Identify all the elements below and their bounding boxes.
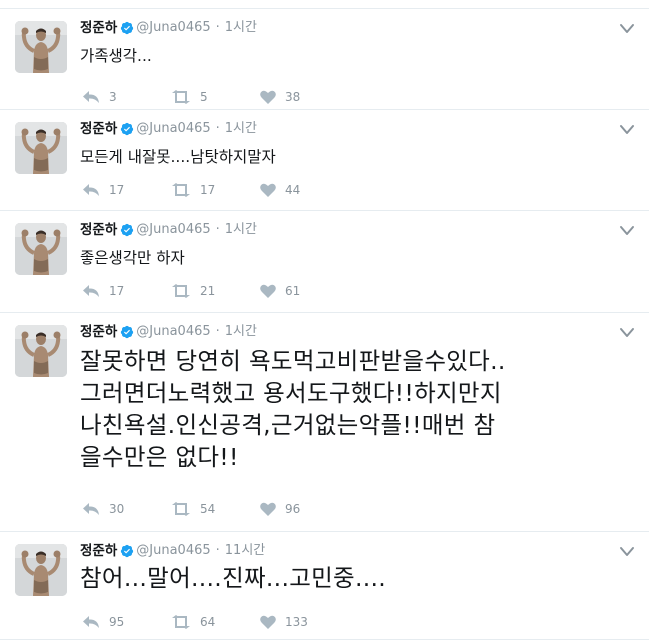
- avatar[interactable]: [15, 325, 67, 377]
- timestamp[interactable]: 1시간: [225, 324, 257, 339]
- reply-button[interactable]: 30: [82, 499, 124, 519]
- reply-count: 17: [109, 284, 125, 298]
- timestamp[interactable]: 1시간: [225, 121, 257, 136]
- retweet-button[interactable]: 5: [171, 87, 208, 107]
- separator-dot: ·: [215, 324, 220, 339]
- display-name[interactable]: 정준하: [80, 324, 117, 340]
- tweet-text: 참어...말어....진짜...고민중....: [80, 564, 387, 592]
- avatar[interactable]: [15, 122, 67, 174]
- tweet[interactable]: 정준하 @Juna0465 · 1시간 모든게 내잘못....남탓하지말자 17 17…: [0, 110, 649, 211]
- reply-count: 3: [109, 90, 117, 104]
- reply-icon: [83, 503, 99, 515]
- chevron-down-icon[interactable]: [619, 327, 635, 339]
- retweet-icon: [172, 90, 190, 104]
- separator-dot: ·: [215, 20, 220, 35]
- like-button[interactable]: 38: [260, 87, 300, 107]
- reply-button[interactable]: 95: [82, 612, 124, 632]
- chevron-down-icon[interactable]: [619, 546, 635, 558]
- user-handle[interactable]: @Juna0465: [136, 324, 210, 339]
- reply-count: 17: [109, 183, 125, 197]
- like-button[interactable]: 133: [260, 612, 308, 632]
- display-name[interactable]: 정준하: [80, 543, 117, 559]
- separator-dot: ·: [215, 543, 220, 558]
- separator-dot: ·: [215, 222, 220, 237]
- reply-button[interactable]: 3: [82, 87, 117, 107]
- avatar[interactable]: [15, 544, 67, 596]
- like-count: 44: [285, 183, 301, 197]
- tweet-timeline: 정준하 @Juna0465 · 1시간 가족생각... 3 5 38 정준하 @…: [0, 0, 649, 640]
- like-count: 133: [285, 615, 308, 629]
- tweet[interactable]: 정준하 @Juna0465 · 1시간 잘못하면 당연히 욕도먹고비판받을수있다.. …: [0, 313, 649, 532]
- reply-icon: [83, 285, 99, 297]
- user-handle[interactable]: @Juna0465: [136, 543, 210, 558]
- display-name[interactable]: 정준하: [80, 121, 117, 137]
- retweet-count: 54: [200, 502, 216, 516]
- tweet-header: 정준하 @Juna0465 · 1시간: [80, 221, 257, 239]
- tweet-text: 가족생각...: [80, 47, 152, 65]
- tweet-text: 잘못하면 당연히 욕도먹고비판받을수있다.. 그러면더노력했고 용서도구했다!!…: [80, 347, 506, 471]
- timestamp[interactable]: 1시간: [225, 20, 257, 35]
- retweet-button[interactable]: 64: [171, 612, 215, 632]
- retweet-icon: [172, 502, 190, 516]
- tweet-text: 모든게 내잘못....남탓하지말자: [80, 148, 276, 166]
- like-button[interactable]: 44: [260, 180, 300, 200]
- tweet-header: 정준하 @Juna0465 · 1시간: [80, 120, 257, 138]
- retweet-icon: [172, 183, 190, 197]
- like-count: 96: [285, 502, 301, 516]
- tweet-text: 좋은생각만 하자: [80, 249, 185, 267]
- reply-icon: [83, 184, 99, 196]
- avatar[interactable]: [15, 21, 67, 73]
- timestamp[interactable]: 11시간: [225, 543, 265, 558]
- verified-badge-icon: [121, 544, 134, 558]
- tweet-header: 정준하 @Juna0465 · 1시간: [80, 19, 257, 37]
- retweet-count: 21: [200, 284, 216, 298]
- tweet[interactable]: 정준하 @Juna0465 · 1시간 가족생각... 3 5 38: [0, 9, 649, 110]
- like-button[interactable]: 96: [260, 499, 300, 519]
- timestamp[interactable]: 1시간: [225, 222, 257, 237]
- separator-dot: ·: [215, 121, 220, 136]
- user-handle[interactable]: @Juna0465: [136, 222, 210, 237]
- tweet-header: 정준하 @Juna0465 · 11시간: [80, 542, 265, 560]
- reply-count: 95: [109, 615, 125, 629]
- reply-icon: [83, 616, 99, 628]
- retweet-button[interactable]: 17: [171, 180, 215, 200]
- like-count: 38: [285, 90, 301, 104]
- tweet[interactable]: 정준하 @Juna0465 · 11시간 참어...말어....진짜...고민중...…: [0, 532, 649, 640]
- chevron-down-icon[interactable]: [619, 225, 635, 237]
- verified-badge-icon: [121, 122, 134, 136]
- tweet[interactable]: 정준하 @Juna0465 · 1시간 좋은생각만 하자 17 21 61: [0, 211, 649, 313]
- user-handle[interactable]: @Juna0465: [136, 20, 210, 35]
- heart-icon: [260, 502, 276, 516]
- display-name[interactable]: 정준하: [80, 222, 117, 238]
- top-divider: [0, 0, 649, 9]
- verified-badge-icon: [121, 325, 134, 339]
- retweet-button[interactable]: 21: [171, 281, 215, 301]
- retweet-button[interactable]: 54: [171, 499, 215, 519]
- retweet-icon: [172, 615, 190, 629]
- heart-icon: [260, 284, 276, 298]
- reply-count: 30: [109, 502, 125, 516]
- verified-badge-icon: [121, 223, 134, 237]
- heart-icon: [260, 90, 276, 104]
- retweet-count: 5: [200, 90, 208, 104]
- like-count: 61: [285, 284, 301, 298]
- chevron-down-icon[interactable]: [619, 124, 635, 136]
- heart-icon: [260, 615, 276, 629]
- retweet-count: 64: [200, 615, 216, 629]
- avatar[interactable]: [15, 223, 67, 275]
- display-name[interactable]: 정준하: [80, 20, 117, 36]
- retweet-icon: [172, 284, 190, 298]
- reply-icon: [83, 91, 99, 103]
- chevron-down-icon[interactable]: [619, 23, 635, 35]
- user-handle[interactable]: @Juna0465: [136, 121, 210, 136]
- verified-badge-icon: [121, 21, 134, 35]
- reply-button[interactable]: 17: [82, 180, 124, 200]
- reply-button[interactable]: 17: [82, 281, 124, 301]
- heart-icon: [260, 183, 276, 197]
- like-button[interactable]: 61: [260, 281, 300, 301]
- retweet-count: 17: [200, 183, 216, 197]
- tweet-header: 정준하 @Juna0465 · 1시간: [80, 323, 257, 341]
